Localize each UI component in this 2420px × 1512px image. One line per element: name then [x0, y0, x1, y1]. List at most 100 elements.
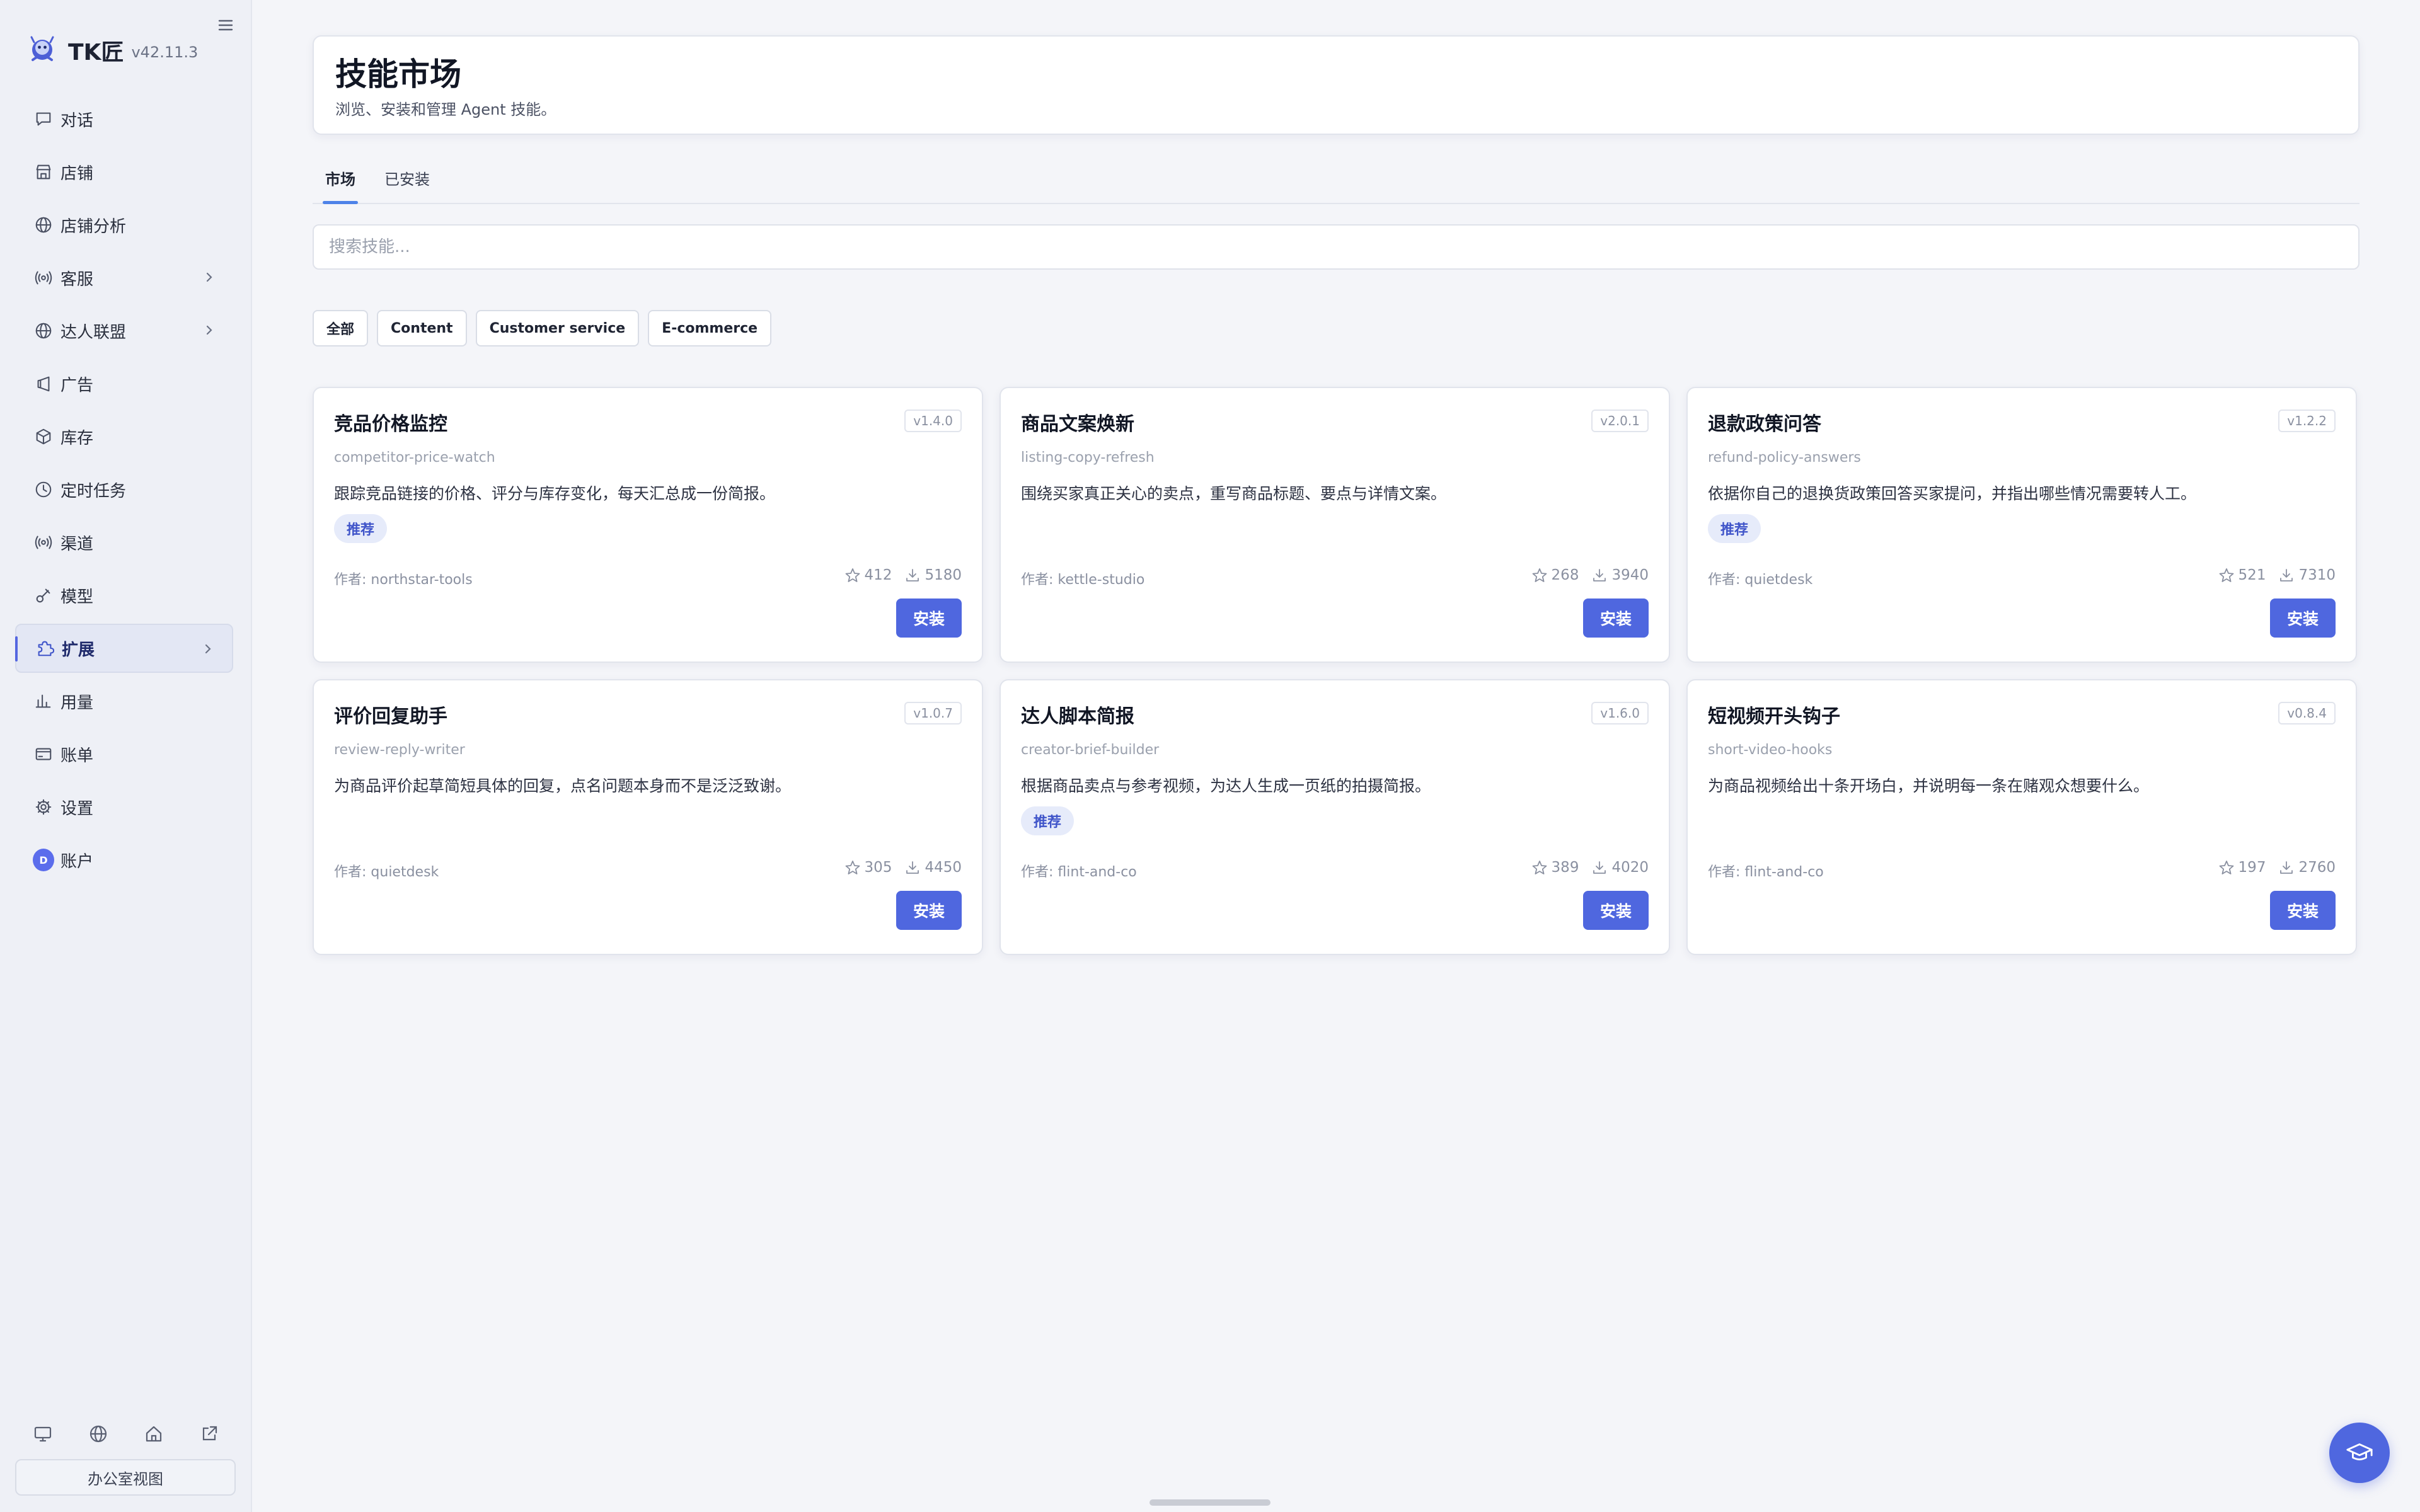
- skill-slug: creator-brief-builder: [1021, 742, 1160, 758]
- star-icon: [845, 568, 860, 582]
- sidebar-item-label: 客服: [60, 270, 94, 289]
- sidebar-item-label: 达人联盟: [60, 323, 127, 342]
- sidebar-item-2[interactable]: 店铺分析: [15, 200, 233, 249]
- star-count: 389: [1531, 859, 1579, 876]
- megaphone-icon: [33, 373, 54, 394]
- sidebar-footer-icons: [32, 1423, 221, 1445]
- download-count-value: 5180: [925, 567, 962, 583]
- install-button[interactable]: 安装: [2270, 598, 2336, 638]
- star-count: 521: [2218, 567, 2266, 583]
- sidebar-item-7[interactable]: 定时任务: [15, 465, 233, 514]
- sidebar-item-label: 广告: [60, 375, 94, 395]
- office-view-button[interactable]: 办公室视图: [15, 1459, 236, 1496]
- sidebar-item-1[interactable]: 店铺: [15, 147, 233, 197]
- globe-icon: [33, 214, 54, 236]
- version-badge: v1.6.0: [1591, 702, 1649, 724]
- avatar: D: [33, 849, 54, 871]
- skill-description: 围绕买家真正关心的卖点，重写商品标题、要点与详情文案。: [1021, 484, 1447, 503]
- star-count-value: 197: [2238, 859, 2266, 876]
- skill-title: 评价回复助手: [334, 706, 447, 728]
- sidebar-item-label: 用量: [60, 693, 94, 713]
- recommended-badge: 推荐: [1021, 806, 1075, 835]
- skill-card[interactable]: 评价回复助手 v1.0.7 review-reply-writer 为商品评价起草简短…: [313, 679, 983, 955]
- skill-description: 跟踪竞品链接的价格、评分与库存变化，每天汇总成一份简报。: [334, 484, 776, 503]
- sidebar-item-label: 定时任务: [60, 481, 127, 501]
- sidebar-item-9[interactable]: 模型: [15, 571, 233, 620]
- star-count-value: 412: [864, 567, 892, 583]
- globe-icon[interactable]: [87, 1423, 110, 1445]
- star-icon: [2219, 861, 2233, 874]
- star-count: 268: [1531, 567, 1579, 583]
- filter-chip-content[interactable]: Content: [377, 310, 467, 346]
- tab-installed[interactable]: 已安装: [372, 165, 442, 203]
- sidebar-item-label: 库存: [60, 428, 94, 448]
- search-input[interactable]: [313, 224, 2360, 270]
- sidebar-item-10[interactable]: 扩展: [15, 624, 233, 673]
- chevron-right-icon: [206, 325, 212, 335]
- download-count: 4020: [1591, 859, 1649, 876]
- install-button[interactable]: 安装: [896, 598, 962, 638]
- horizontal-scrollbar[interactable]: [1150, 1499, 1270, 1506]
- filter-chip-customer-service[interactable]: Customer service: [475, 310, 640, 346]
- install-button[interactable]: 安装: [1583, 891, 1649, 930]
- skill-card[interactable]: 退款政策问答 v1.2.2 refund-policy-answers 依据你自己的退…: [1686, 387, 2357, 663]
- sidebar-item-13[interactable]: 设置: [15, 782, 233, 832]
- card-icon: [33, 743, 54, 765]
- gear-icon: [33, 796, 54, 818]
- download-count-value: 4450: [925, 859, 962, 876]
- page-subtitle: 浏览、安装和管理 Agent 技能。: [335, 101, 556, 118]
- download-count-value: 3940: [1611, 567, 1649, 583]
- skill-stats: 521 7310: [2206, 567, 2336, 583]
- install-button[interactable]: 安装: [1583, 598, 1649, 638]
- sidebar-item-14[interactable]: D 账户: [15, 835, 233, 885]
- sidebar-item-label: 店铺: [60, 164, 94, 183]
- home-icon[interactable]: [142, 1423, 165, 1445]
- filter-chip-all[interactable]: 全部: [313, 310, 369, 346]
- monitor-icon[interactable]: [32, 1423, 54, 1445]
- sidebar-item-label: 账单: [60, 746, 94, 765]
- skill-slug: review-reply-writer: [334, 742, 465, 758]
- sidebar-item-4[interactable]: 达人联盟: [15, 306, 233, 355]
- star-count-value: 268: [1551, 567, 1579, 583]
- tab-bar: 市场 已安装: [313, 165, 2360, 204]
- filter-chip-ecommerce[interactable]: E-commerce: [648, 310, 772, 346]
- sidebar-item-11[interactable]: 用量: [15, 677, 233, 726]
- help-button[interactable]: [2329, 1423, 2390, 1483]
- skill-stats: 412 5180: [832, 567, 962, 583]
- skill-stats: 305 4450: [832, 859, 962, 876]
- sidebar-item-0[interactable]: 对话: [15, 94, 233, 144]
- sidebar-item-label: 渠道: [60, 534, 94, 554]
- external-link-icon[interactable]: [198, 1423, 221, 1445]
- skill-card[interactable]: 商品文案焕新 v2.0.1 listing-copy-refresh 围绕买家真正关心…: [1000, 387, 1670, 663]
- skill-author: 作者: kettle-studio: [1021, 572, 1145, 588]
- install-button[interactable]: 安装: [896, 891, 962, 930]
- collapse-sidebar-icon[interactable]: [216, 15, 236, 35]
- download-count: 3940: [1591, 567, 1649, 583]
- sidebar-item-8[interactable]: 渠道: [15, 518, 233, 567]
- skill-title: 达人脚本简报: [1021, 706, 1134, 728]
- tab-market[interactable]: 市场: [313, 165, 368, 204]
- skill-slug: competitor-price-watch: [334, 450, 495, 466]
- globe-icon: [33, 320, 54, 341]
- page-header: 技能市场 浏览、安装和管理 Agent 技能。: [313, 35, 2360, 135]
- download-count-value: 7310: [2298, 567, 2336, 583]
- star-count-value: 521: [2238, 567, 2266, 583]
- skill-card[interactable]: 达人脚本简报 v1.6.0 creator-brief-builder 根据商品卖点与…: [1000, 679, 1670, 955]
- skill-description: 为商品评价起草简短具体的回复，点名问题本身而不是泛泛致谢。: [334, 777, 792, 795]
- skill-card[interactable]: 竞品价格监控 v1.4.0 competitor-price-watch 跟踪竞品链接…: [313, 387, 983, 663]
- chevron-right-icon: [205, 644, 211, 654]
- sidebar-item-6[interactable]: 库存: [15, 412, 233, 461]
- sidebar-item-label: 设置: [60, 799, 94, 818]
- brand[interactable]: TK匠 v42.11.3: [25, 32, 198, 69]
- sidebar-item-12[interactable]: 账单: [15, 730, 233, 779]
- skill-author: 作者: flint-and-co: [1708, 864, 1824, 880]
- sidebar-item-3[interactable]: 客服: [15, 253, 233, 302]
- skill-card[interactable]: 短视频开头钩子 v0.8.4 short-video-hooks 为商品视频给出十条开…: [1686, 679, 2357, 955]
- install-button[interactable]: 安装: [2270, 891, 2336, 930]
- skill-description: 为商品视频给出十条开场白，并说明每一条在赌观众想要什么。: [1708, 777, 2150, 795]
- download-count: 5180: [904, 567, 962, 583]
- star-icon: [1532, 568, 1547, 582]
- sidebar-item-5[interactable]: 广告: [15, 359, 233, 408]
- skill-slug: refund-policy-answers: [1708, 450, 1861, 466]
- chevron-right-icon: [206, 272, 212, 282]
